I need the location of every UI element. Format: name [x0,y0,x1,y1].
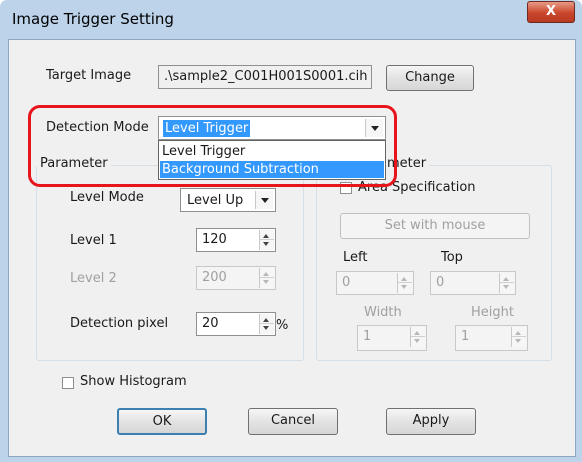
spinner-arrows-icon [499,273,514,293]
spinner-arrows-icon[interactable] [259,314,274,334]
level-mode-combo[interactable]: Level Up [180,188,276,212]
target-image-path: .\sample2_C001H001S0001.cih ) [158,65,372,89]
height-value: 1 [461,329,470,344]
percent-unit: % [276,318,289,333]
height-spinbox: 1 [455,325,528,351]
window-title: Image Trigger Setting [12,10,174,28]
level2-label: Level 2 [70,271,117,286]
detection-pixel-value: 20 [202,316,219,331]
level-mode-value: Level Up [187,193,244,208]
target-image-label: Target Image [46,68,132,83]
height-label: Height [471,305,514,320]
spinner-arrows-icon [511,327,526,347]
show-histogram-checkbox[interactable] [62,377,74,389]
level1-spinbox[interactable]: 120 [196,228,276,252]
chevron-down-icon[interactable] [255,191,273,209]
spinner-arrows-icon[interactable] [259,230,274,250]
level1-label: Level 1 [70,233,117,248]
spinner-arrows-icon [259,268,274,288]
cancel-button[interactable]: Cancel [248,408,338,435]
close-button[interactable]: X [527,1,575,23]
level-mode-label: Level Mode [70,190,144,205]
top-spinbox: 0 [430,271,516,295]
detection-pixel-spinbox[interactable]: 20 [196,312,276,336]
top-label: Top [441,250,463,265]
change-button[interactable]: Change [386,65,474,91]
ok-button[interactable]: OK [117,408,207,435]
top-value: 0 [436,275,445,290]
left-spinbox: 0 [336,271,414,295]
level2-spinbox: 200 [196,266,276,290]
level1-value: 120 [202,232,227,247]
left-value: 0 [342,275,351,290]
width-spinbox: 1 [357,325,427,351]
close-icon: X [545,4,557,19]
width-value: 1 [363,329,372,344]
width-label: Width [364,305,402,320]
spinner-arrows-icon [397,273,412,293]
left-label: Left [343,250,368,265]
show-histogram-label: Show Histogram [80,374,187,389]
detection-pixel-label: Detection pixel [70,316,169,331]
red-highlight-annotation [28,105,397,187]
apply-button[interactable]: Apply [386,408,476,435]
set-with-mouse-button: Set with mouse [340,213,530,239]
level2-value: 200 [202,270,227,285]
spinner-arrows-icon [410,327,425,347]
title-bar[interactable]: Image Trigger Setting X [0,0,582,40]
